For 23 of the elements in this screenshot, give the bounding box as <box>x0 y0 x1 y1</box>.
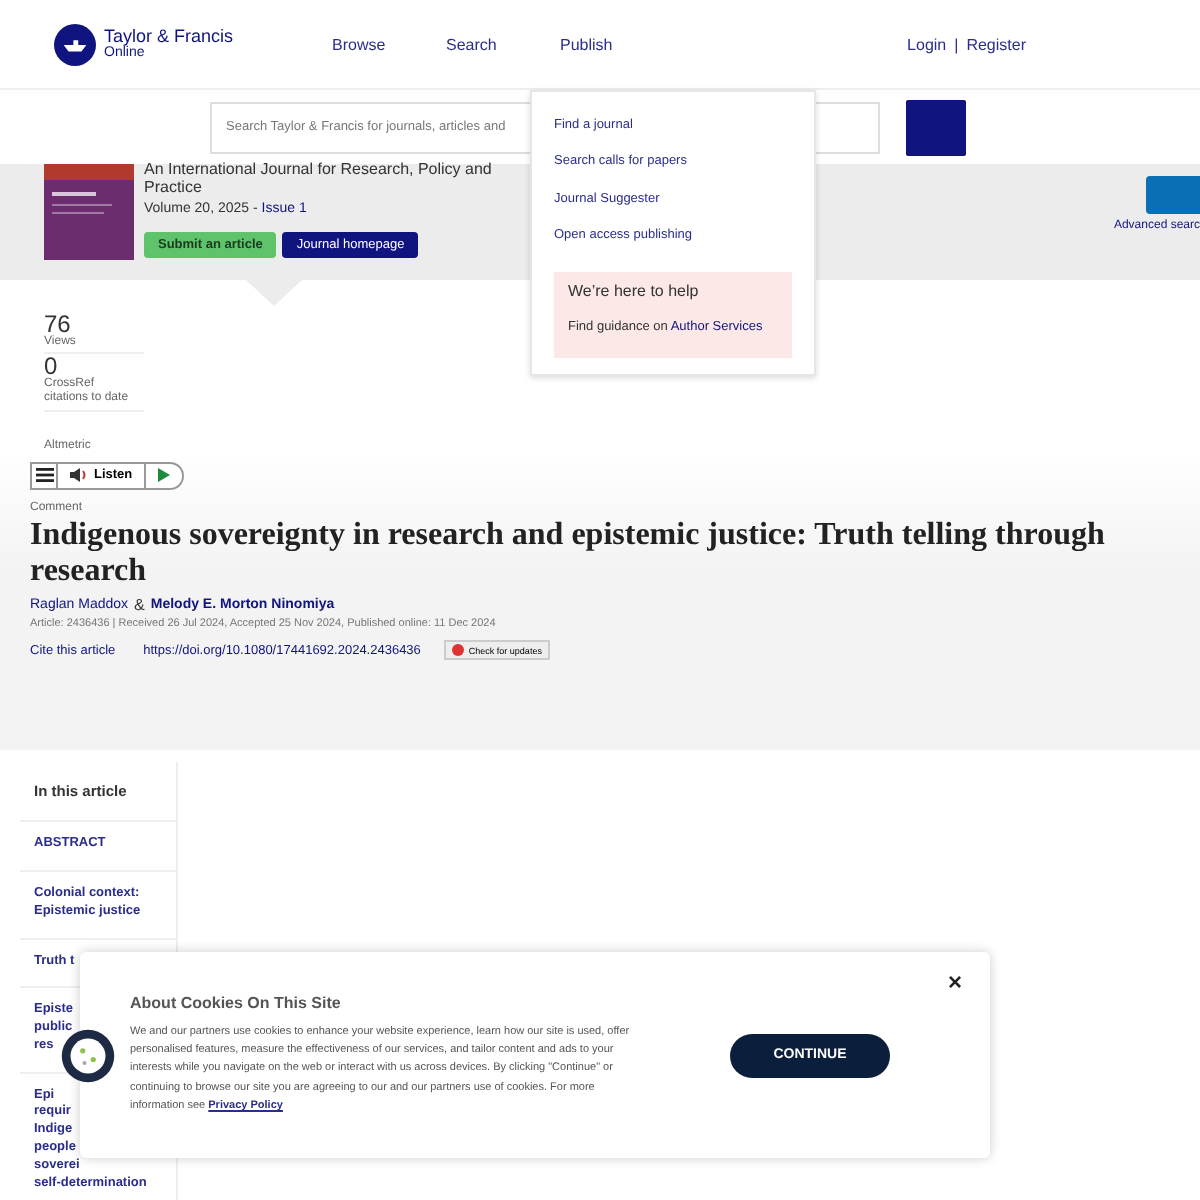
nav-link[interactable]: Publish <box>560 35 674 53</box>
logo-title: Taylor & Francis <box>104 28 234 46</box>
cookie-title: About Cookies On This Site <box>130 993 343 1012</box>
article-title: Indigenous sovereignty in research and epistemic justice: Truth telling through research <box>30 517 1107 591</box>
metric-value: 76 <box>44 312 71 336</box>
nav-link[interactable]: Search <box>446 35 560 53</box>
close-button[interactable]: × <box>947 968 962 996</box>
badge-icon <box>452 644 465 657</box>
help-title: We’re here to help <box>568 282 701 300</box>
play-icon <box>158 468 171 483</box>
journal-subtitle: An International Journal for Research, Policy and Practice <box>144 162 494 198</box>
register-link[interactable]: Register <box>966 35 1026 53</box>
metric-value: 0 <box>44 354 58 379</box>
menu-icon <box>35 468 53 483</box>
play-button[interactable] <box>146 461 185 490</box>
menu-button[interactable] <box>30 461 58 490</box>
author-separator: & <box>134 596 145 615</box>
speaker-icon <box>70 468 88 483</box>
logo-icon <box>54 23 96 65</box>
journal-cover <box>44 164 134 260</box>
nav-link[interactable]: Browse <box>332 35 446 53</box>
login-link[interactable]: Login <box>907 35 947 53</box>
separator: | <box>954 35 959 53</box>
